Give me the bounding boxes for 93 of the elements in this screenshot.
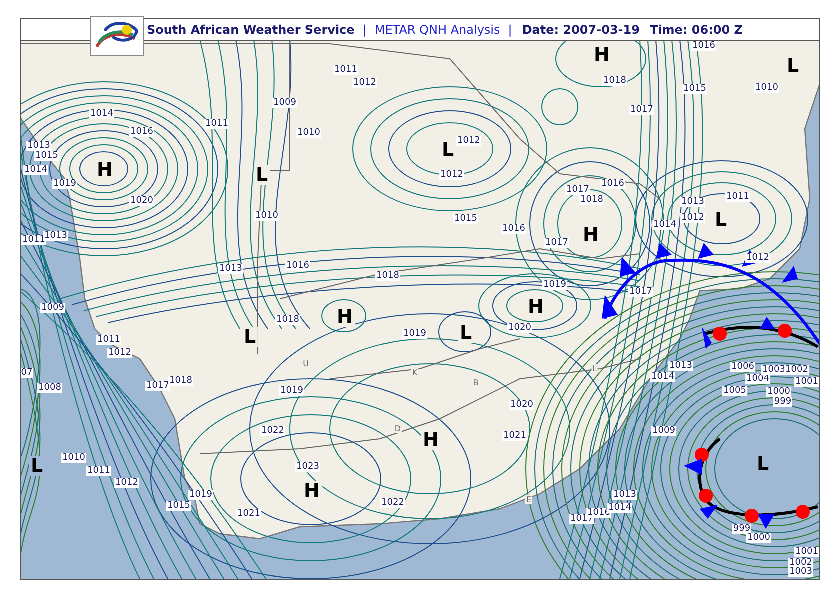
isobar-label: 1011 — [96, 335, 122, 345]
isobar-label: 1010 — [62, 453, 86, 463]
isobar-label: 1017 — [544, 238, 570, 248]
separator: | — [508, 22, 512, 36]
isobar-label: 1000 — [766, 387, 792, 397]
isobar-label: 1015 — [682, 84, 708, 94]
isobar-label: 1014 — [24, 165, 48, 175]
isobar-label: 1019 — [280, 386, 304, 396]
isobar-label: 1013 — [44, 231, 68, 241]
isobar-label: 1010 — [296, 128, 322, 138]
product-title: METAR QNH Analysis — [374, 22, 500, 36]
isobar-label: 1018 — [580, 195, 604, 205]
isobar-label: 1012 — [456, 136, 482, 146]
place-mark: K — [411, 368, 419, 378]
isobar-label: 1010 — [754, 83, 780, 93]
isobar-label: 1023 — [296, 462, 320, 472]
isobar-label: 1011 — [334, 65, 358, 75]
place-mark: L — [592, 364, 598, 374]
isobar-label: 1012 — [108, 348, 132, 358]
isobar-label: 1016 — [600, 179, 626, 189]
isobar-label: 1011 — [22, 235, 46, 245]
isobar-label: 1013 — [680, 197, 706, 207]
isobar-label: 1022 — [260, 426, 286, 436]
isobar-label: 1010 — [254, 211, 280, 221]
isobar-label: 1013 — [218, 264, 244, 274]
isobar-label: 1012 — [352, 78, 378, 88]
isobar-label: 1009 — [272, 98, 298, 108]
isobar-label: 1014 — [608, 503, 632, 513]
isobar-label: 1013 — [612, 490, 638, 500]
isobar-label: 1002 — [784, 365, 810, 375]
isobar-label: 1001 — [794, 547, 819, 557]
isobar-label: 1011 — [204, 119, 230, 129]
isobar-label: 1019 — [402, 329, 428, 339]
isobar-label: 1005 — [722, 386, 748, 396]
isobar-label: 1012 — [114, 478, 140, 488]
isobar-label: 1018 — [276, 315, 300, 325]
isobar-label: 1016 — [692, 41, 716, 51]
organization-title: South African Weather Service — [147, 22, 355, 36]
isobar-label: 999 — [732, 524, 752, 534]
isobar-label: 1008 — [38, 383, 62, 393]
pressure-center-label: L — [254, 165, 270, 185]
pressure-center-label: L — [458, 323, 474, 343]
pressure-center-label: L — [28, 456, 46, 476]
isobar-label: 1021 — [236, 509, 262, 519]
isobar-label: 1009 — [652, 426, 676, 436]
isobar-label: 1009 — [40, 303, 66, 313]
isobar-label: 1017 — [146, 381, 170, 391]
isobar-label: 1013 — [26, 141, 52, 151]
isobar-label: 1017 — [630, 105, 654, 115]
date-time-label: Date: 2007-03-19 — [522, 22, 640, 36]
isobar-label: 1017 — [628, 287, 654, 297]
isobar-label: 1015 — [454, 214, 478, 224]
isobar-label: 1015 — [34, 151, 60, 161]
isobar-label: 1021 — [502, 431, 528, 441]
isobar-label: 1019 — [188, 490, 214, 500]
isobar-label: 1003 — [762, 365, 786, 375]
isobar-label: 1000 — [746, 533, 772, 543]
isobar-label: 07 — [21, 368, 34, 378]
place-mark: E — [525, 496, 533, 504]
isobar-label: 1001 — [794, 377, 819, 387]
isobar-label: 999 — [773, 397, 793, 407]
isobar-label: 1002 — [788, 558, 814, 568]
isobar-label: 1011 — [726, 192, 750, 202]
isobar-label: 1018 — [602, 76, 628, 86]
isobar-label: 1019 — [52, 179, 78, 189]
isobar-label: 1006 — [730, 362, 756, 372]
isobar-label: 1018 — [376, 271, 400, 281]
isobar-label: 1014 — [90, 109, 114, 119]
isobar-label: 1016 — [286, 261, 310, 271]
isobar-label: 1012 — [746, 253, 770, 263]
isobar-label: 1017 — [566, 185, 590, 195]
isobar-label: 1022 — [380, 498, 406, 508]
place-mark: D — [394, 424, 402, 434]
isobar-label: 1016 — [130, 127, 154, 137]
isobar-label: 1018 — [168, 376, 194, 386]
isobar-label: 1014 — [652, 220, 678, 230]
isobar-label: 1016 — [502, 224, 526, 234]
isobar-label: 1013 — [668, 361, 694, 371]
isobar-label: 1003 — [788, 567, 814, 577]
isobar-label: 1012 — [680, 213, 706, 223]
place-mark: U — [302, 360, 310, 368]
isobar-label: 1012 — [440, 170, 464, 180]
isobar-label: 1020 — [508, 323, 532, 333]
isobar-label: 1015 — [166, 501, 192, 511]
isobar-label: 1014 — [650, 372, 676, 382]
date-time-label: Time: 06:00 Z — [650, 22, 743, 36]
place-mark: B — [472, 378, 480, 388]
isobar-label: 1004 — [746, 374, 770, 384]
separator: | — [362, 22, 367, 36]
isobar-label: 1020 — [510, 400, 534, 410]
isobar-label: 1019 — [542, 280, 568, 290]
isobar-label: 1020 — [130, 196, 154, 206]
isobar-label: 1011 — [86, 466, 112, 476]
